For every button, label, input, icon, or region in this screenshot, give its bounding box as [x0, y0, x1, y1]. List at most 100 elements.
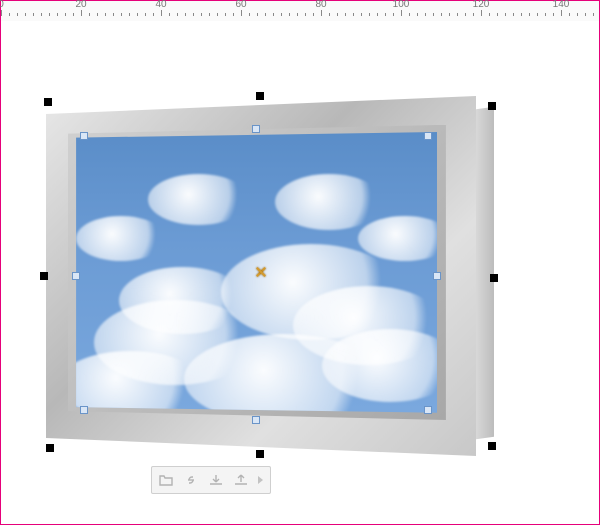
- ruler-tick: [505, 13, 506, 16]
- ruler-tick: [489, 13, 490, 16]
- ruler-label: 100: [393, 0, 410, 10]
- ruler-tick: [305, 13, 306, 16]
- node-tr[interactable]: [424, 132, 432, 140]
- floating-toolbar[interactable]: [151, 466, 271, 494]
- ruler-tick: [321, 10, 322, 16]
- ruler-tick: [33, 13, 34, 16]
- ruler-tick: [65, 13, 66, 16]
- node-tl[interactable]: [80, 132, 88, 140]
- toolbar-expand-arrow[interactable]: [254, 475, 268, 485]
- ruler-tick: [345, 13, 346, 16]
- ruler-tick: [393, 13, 394, 16]
- ruler-tick: [497, 13, 498, 16]
- selection-handle-tm[interactable]: [256, 92, 264, 100]
- node-bl[interactable]: [80, 406, 88, 414]
- ruler-tick: [217, 13, 218, 16]
- ruler-tick: [313, 13, 314, 16]
- ruler-tick: [121, 13, 122, 16]
- selection-handle-br[interactable]: [488, 442, 496, 450]
- ruler-tick: [97, 13, 98, 16]
- ruler-tick: [433, 13, 434, 16]
- ruler-tick: [385, 13, 386, 16]
- ruler-tick: [569, 13, 570, 16]
- canvas-area[interactable]: [1, 21, 599, 524]
- object-center-marker[interactable]: [255, 266, 267, 278]
- ruler-tick: [377, 13, 378, 16]
- ruler-tick: [537, 13, 538, 16]
- ruler-tick: [361, 13, 362, 16]
- toolbar-import-icon[interactable]: [204, 469, 228, 491]
- ruler-tick: [449, 13, 450, 16]
- ruler-tick: [409, 13, 410, 16]
- ruler-label: 140: [553, 0, 570, 10]
- ruler-tick: [233, 13, 234, 16]
- ruler-tick: [297, 13, 298, 16]
- selection-handle-bm[interactable]: [256, 450, 264, 458]
- ruler-label: 20: [75, 0, 86, 10]
- ruler-tick: [265, 13, 266, 16]
- node-mr[interactable]: [433, 272, 441, 280]
- toolbar-link-icon[interactable]: [179, 469, 203, 491]
- ruler-tick: [129, 13, 130, 16]
- ruler-tick: [145, 13, 146, 16]
- cloud-shape: [148, 174, 249, 225]
- selection-handle-tl[interactable]: [44, 98, 52, 106]
- ruler-tick: [193, 13, 194, 16]
- ruler-tick: [457, 13, 458, 16]
- node-ml[interactable]: [72, 272, 80, 280]
- ruler-tick: [529, 13, 530, 16]
- ruler-tick: [49, 13, 50, 16]
- ruler-tick: [161, 10, 162, 16]
- node-br[interactable]: [424, 406, 432, 414]
- ruler-tick: [585, 13, 586, 16]
- ruler-tick: [273, 13, 274, 16]
- node-bm[interactable]: [252, 416, 260, 424]
- ruler-tick: [473, 13, 474, 16]
- selected-object[interactable]: [46, 96, 476, 456]
- ruler-label: 80: [315, 0, 326, 10]
- ruler-tick: [113, 13, 114, 16]
- ruler-tick: [225, 13, 226, 16]
- ruler-tick: [25, 13, 26, 16]
- ruler-tick: [105, 13, 106, 16]
- ruler-tick: [553, 13, 554, 16]
- ruler-tick: [577, 13, 578, 16]
- ruler-tick: [1, 10, 2, 16]
- ruler-tick: [257, 13, 258, 16]
- ruler-tick: [401, 10, 402, 16]
- ruler-tick: [369, 13, 370, 16]
- ruler-tick: [281, 13, 282, 16]
- ruler-tick: [337, 13, 338, 16]
- ruler-tick: [57, 13, 58, 16]
- ruler-tick: [353, 13, 354, 16]
- node-tm[interactable]: [252, 125, 260, 133]
- cloud-shape: [76, 216, 166, 261]
- toolbar-open-icon[interactable]: [154, 469, 178, 491]
- ruler-tick: [513, 13, 514, 16]
- ruler-label: 120: [473, 0, 490, 10]
- ruler-tick: [73, 13, 74, 16]
- selection-handle-bl[interactable]: [46, 444, 54, 452]
- ruler-tick: [17, 13, 18, 16]
- frame-extrude-side: [476, 107, 494, 440]
- toolbar-export-icon[interactable]: [229, 469, 253, 491]
- ruler-tick: [177, 13, 178, 16]
- ruler-tick: [137, 13, 138, 16]
- ruler-tick: [201, 13, 202, 16]
- selection-handle-tr[interactable]: [488, 102, 496, 110]
- ruler-tick: [241, 10, 242, 16]
- ruler-tick: [81, 10, 82, 16]
- ruler-tick: [465, 13, 466, 16]
- selection-handle-ml[interactable]: [40, 272, 48, 280]
- ruler-tick: [417, 13, 418, 16]
- ruler-tick: [169, 13, 170, 16]
- ruler-tick: [9, 13, 10, 16]
- ruler-tick: [593, 13, 594, 16]
- horizontal-ruler[interactable]: 020406080100120140: [1, 1, 599, 22]
- ruler-label: 0: [0, 0, 4, 10]
- selection-handle-mr[interactable]: [490, 274, 498, 282]
- ruler-tick: [153, 13, 154, 16]
- ruler-label: 40: [155, 0, 166, 10]
- ruler-tick: [425, 13, 426, 16]
- cloud-shape: [358, 216, 437, 261]
